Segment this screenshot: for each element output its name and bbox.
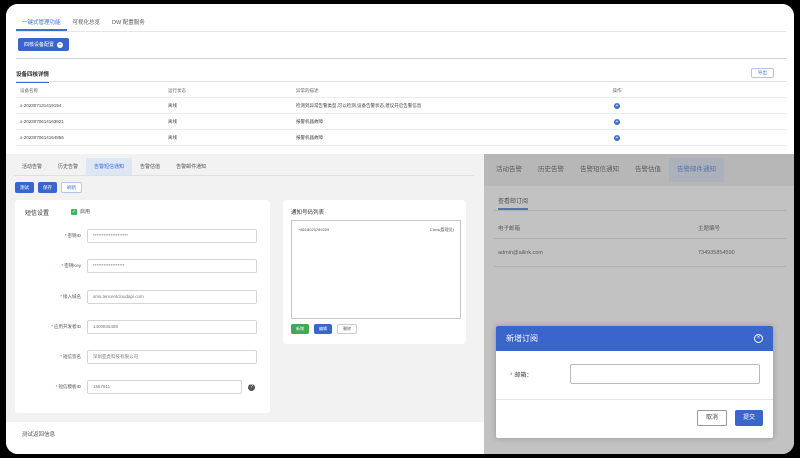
cell-desc: 报警机器故障 bbox=[296, 118, 323, 124]
email-field-row: * 邮箱： bbox=[510, 364, 760, 384]
col-header-status: 运行状态 bbox=[168, 87, 186, 93]
tab-dw-config[interactable]: DW 配置服务 bbox=[106, 14, 151, 31]
tab-one-click[interactable]: 一键式管理功能 bbox=[16, 14, 67, 31]
cell-desc: 报警机器故障 bbox=[296, 134, 323, 140]
dialog-actions: 取消 提交 bbox=[696, 410, 763, 426]
field-row: *密钥ID ******************** bbox=[15, 228, 257, 244]
sign-name-input[interactable]: 深圳亚虎科技有限公司 bbox=[87, 350, 257, 364]
question-icon[interactable]: ? bbox=[248, 383, 255, 391]
check-icon: ✓ bbox=[71, 208, 77, 215]
app-id-input[interactable]: 1400845488 bbox=[87, 320, 257, 334]
plus-icon: + bbox=[57, 41, 64, 48]
dialog-title: 新增订阅 bbox=[506, 334, 538, 343]
cell-desc: 检测到异常告警类型,可以检测,设备告警状态,建议开启告警信息 bbox=[296, 102, 422, 108]
tab-history-alarm[interactable]: 历史告警 bbox=[50, 158, 86, 175]
test-result-section: 测试返回信息 bbox=[6, 422, 484, 454]
plus-icon[interactable]: + bbox=[614, 102, 620, 109]
col-header-desc: 异常的描述 bbox=[296, 87, 319, 93]
secret-id-input[interactable]: ******************** bbox=[87, 229, 257, 243]
table-row: x-2023070614164856 离线 报警机器故障 + bbox=[16, 130, 786, 146]
field-label: 应用开发者ID bbox=[54, 324, 81, 329]
tab-alarm-estimate[interactable]: 告警估值 bbox=[132, 158, 168, 175]
list-item[interactable]: +8618025789209 Chris(管理员) bbox=[298, 227, 454, 233]
col-header-name: 设备名称 bbox=[20, 87, 38, 93]
plus-icon[interactable]: + bbox=[614, 118, 620, 125]
test-result-title: 测试返回信息 bbox=[22, 432, 56, 438]
cell-name: x-2023070614163921 bbox=[20, 119, 64, 124]
save-button[interactable]: 保存 bbox=[38, 182, 57, 193]
export-button[interactable]: 导出 bbox=[751, 68, 774, 78]
field-row: *应用开发者ID 1400845488 bbox=[15, 319, 257, 335]
email-field[interactable] bbox=[570, 364, 760, 384]
alarm-tab-bar: 活动告警 历史告警 告警短信通知 告警估值 告警邮件通知 bbox=[14, 158, 474, 176]
cell-status: 离线 bbox=[168, 134, 177, 140]
endpoint-input[interactable]: sms.tencentcloudapi.com bbox=[87, 290, 257, 304]
cell-status: 离线 bbox=[168, 118, 177, 124]
divider bbox=[16, 58, 786, 59]
add-number-button[interactable]: 新增 bbox=[291, 324, 309, 334]
tab-email-notify[interactable]: 告警邮件通知 bbox=[168, 158, 214, 175]
tab-active-alarm[interactable]: 活动告警 bbox=[14, 158, 50, 175]
top-tab-bar: 一键式管理功能 可视化总览 DW 配置服务 bbox=[16, 14, 786, 32]
number-list-card: 通知号码列表 +8618025789209 Chris(管理员) 新增 编辑 删… bbox=[283, 200, 466, 344]
test-button[interactable]: 测试 bbox=[15, 182, 34, 193]
field-label: 短信签名 bbox=[63, 354, 81, 359]
field-label: 短信模板ID bbox=[58, 384, 82, 389]
phone-number: +8618025789209 bbox=[298, 227, 330, 232]
field-label: 接入域名 bbox=[63, 294, 81, 299]
tab-sms-notify[interactable]: 告警短信通知 bbox=[86, 158, 133, 175]
device-table: 设备名称 运行状态 异常的描述 操作 x-202307131419194 离线 … bbox=[16, 84, 786, 146]
add-subscription-dialog: 新增订阅 × * 邮箱： 取消 提交 bbox=[496, 326, 773, 438]
device-management-section: 一键式管理功能 可视化总览 DW 配置服务 四核设备配置 + 设备四核详情 导出… bbox=[6, 4, 794, 154]
email-notification-panel: 活动告警 历史告警 告警短信通知 告警估值 告警邮件通知 查看邮订阅 电子邮箱 … bbox=[484, 154, 794, 454]
table-row: x-2023070614163921 离线 报警机器故障 + bbox=[16, 114, 786, 130]
secret-key-input[interactable]: ****************** bbox=[87, 259, 257, 273]
cancel-button[interactable]: 取消 bbox=[696, 410, 727, 426]
app-window: 一键式管理功能 可视化总览 DW 配置服务 四核设备配置 + 设备四核详情 导出… bbox=[6, 4, 794, 454]
col-header-op: 操作 bbox=[612, 87, 622, 93]
sms-settings-title: 短信设置 bbox=[25, 211, 50, 217]
device-config-label: 四核设备配置 bbox=[24, 42, 55, 48]
dialog-header: 新增订阅 × bbox=[496, 326, 773, 351]
field-row: *短信签名 深圳亚虎科技有限公司 bbox=[15, 349, 257, 365]
action-buttons: 测试 保存 刷新 bbox=[15, 182, 82, 193]
divider bbox=[16, 81, 786, 82]
template-id-input[interactable]: 1557911 bbox=[87, 380, 242, 394]
number-actions: 新增 编辑 删除 bbox=[291, 324, 357, 334]
plus-icon[interactable]: + bbox=[614, 134, 620, 141]
field-label: 密钥ID bbox=[67, 233, 82, 238]
email-label: 邮箱 bbox=[514, 372, 527, 379]
sms-notification-panel: 活动告警 历史告警 告警短信通知 告警估值 告警邮件通知 测试 保存 刷新 短信… bbox=[6, 154, 484, 454]
submit-button[interactable]: 提交 bbox=[734, 410, 763, 426]
field-row: *密钥Key ****************** bbox=[15, 258, 257, 274]
table-header-row: 设备名称 运行状态 异常的描述 操作 bbox=[16, 84, 786, 98]
field-row: *接入域名 sms.tencentcloudapi.com bbox=[15, 289, 257, 305]
field-row: *短信模板ID 1557911 ? bbox=[15, 379, 255, 395]
cell-status: 离线 bbox=[168, 102, 177, 108]
number-list: +8618025789209 Chris(管理员) bbox=[291, 220, 461, 319]
edit-number-button[interactable]: 编辑 bbox=[314, 324, 332, 334]
sms-settings-card: 短信设置 ✓ 启用 *密钥ID ******************** *密钥… bbox=[15, 200, 270, 413]
number-list-title: 通知号码列表 bbox=[291, 210, 325, 216]
device-config-button[interactable]: 四核设备配置 + bbox=[18, 38, 70, 51]
table-row: x-202307131419194 离线 检测到异常告警类型,可以检测,设备告警… bbox=[16, 98, 786, 114]
divider bbox=[496, 399, 773, 400]
enable-label: 启用 bbox=[80, 209, 91, 215]
close-icon[interactable]: × bbox=[754, 334, 763, 343]
cell-name: x-2023070614164856 bbox=[20, 135, 64, 140]
tab-overview[interactable]: 可视化总览 bbox=[67, 14, 107, 31]
contact-name: Chris(管理员) bbox=[430, 227, 454, 232]
cell-name: x-202307131419194 bbox=[20, 103, 62, 108]
field-label: 密钥Key bbox=[64, 263, 81, 268]
delete-number-button[interactable]: 删除 bbox=[337, 324, 357, 334]
enable-checkbox[interactable]: ✓ 启用 bbox=[71, 208, 90, 215]
refresh-button[interactable]: 刷新 bbox=[61, 182, 82, 193]
